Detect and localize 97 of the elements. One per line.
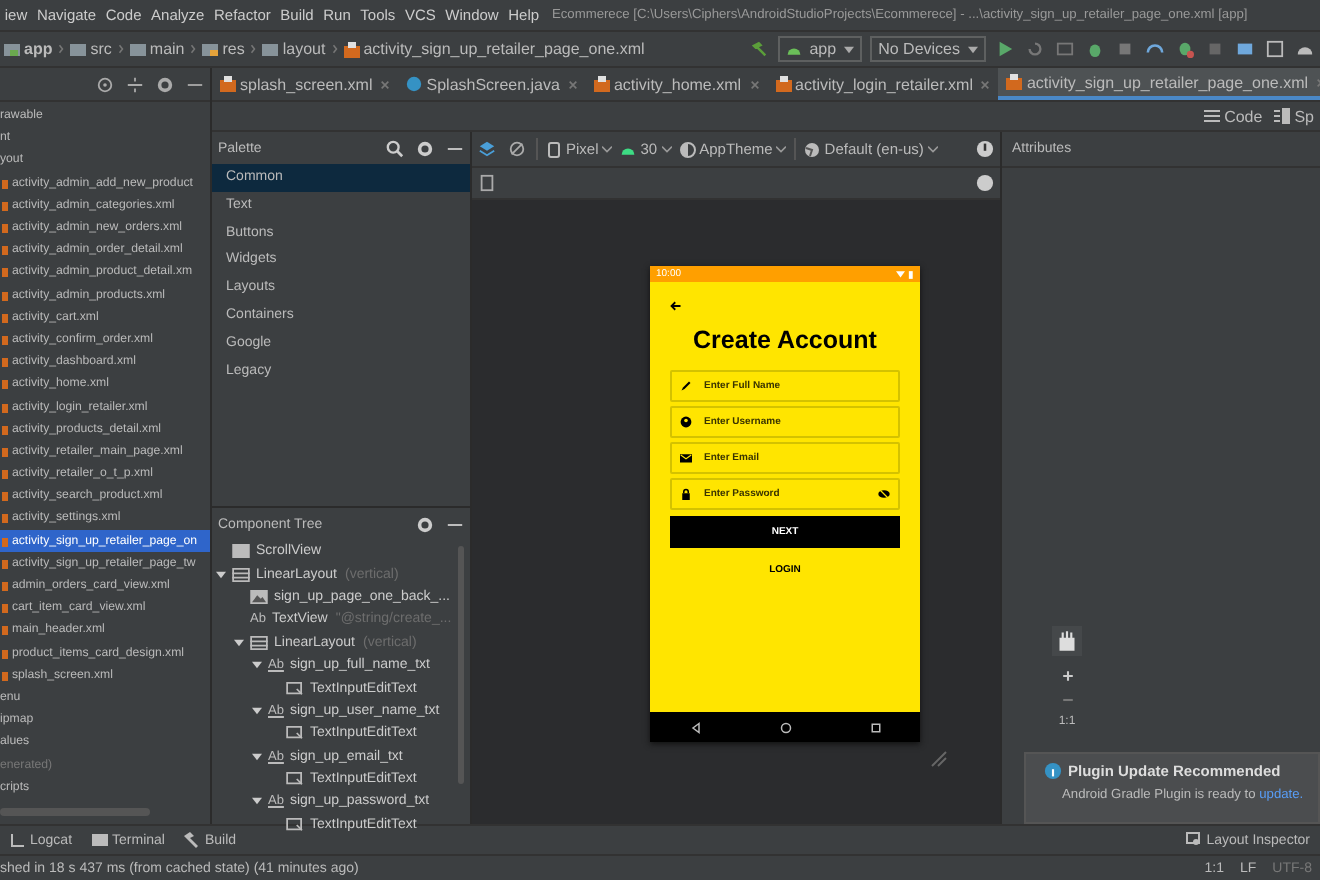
chevron-icon — [190, 44, 197, 54]
back-icon[interactable] — [689, 721, 701, 733]
hammer-icon — [184, 832, 201, 848]
folder-icon — [202, 41, 219, 57]
folder-icon[interactable] — [1236, 40, 1254, 58]
list-icon[interactable] — [1056, 40, 1074, 58]
account-icon — [680, 416, 692, 428]
folder-icon — [129, 41, 146, 57]
settings-icon[interactable] — [156, 75, 174, 93]
close-icon[interactable] — [567, 79, 578, 89]
visibility-off-icon[interactable] — [878, 488, 890, 500]
caret-icon — [844, 45, 855, 53]
play-icon[interactable] — [996, 40, 1014, 58]
caret-icon — [661, 145, 672, 153]
expand-arrow-icon[interactable] — [252, 796, 262, 807]
caret-icon — [602, 145, 613, 153]
scroll-view-icon — [232, 544, 250, 559]
class-icon — [406, 76, 423, 92]
phone-icon — [546, 141, 562, 157]
edit-text-icon — [286, 772, 304, 787]
search-icon[interactable] — [386, 139, 404, 157]
pan-icon[interactable] — [1052, 626, 1082, 656]
pen-icon — [680, 380, 692, 392]
breadcrumb[interactable]: app — [2, 40, 55, 58]
split-icon — [1274, 108, 1291, 124]
expand-arrow-icon[interactable] — [252, 660, 262, 671]
lock-icon — [680, 488, 692, 500]
home-icon[interactable] — [779, 721, 791, 733]
edit-text-icon — [286, 726, 304, 741]
folder-icon — [70, 41, 87, 57]
caret-icon — [776, 145, 787, 153]
chevron-icon — [117, 44, 124, 54]
layout-file-icon — [593, 76, 610, 92]
expand-arrow-icon[interactable] — [234, 637, 244, 648]
bug-icon[interactable] — [1086, 40, 1104, 58]
image-icon — [250, 589, 268, 604]
resize-handle-icon[interactable] — [928, 748, 948, 768]
linear-layout-icon — [250, 635, 268, 650]
orientation-icon[interactable] — [508, 140, 526, 158]
breadcrumb[interactable]: main — [127, 40, 187, 58]
inspector-icon — [1186, 832, 1203, 848]
device-dropdown[interactable]: No Devices — [870, 36, 986, 62]
phone-icon[interactable] — [478, 174, 496, 192]
run-config-dropdown[interactable]: app — [777, 36, 863, 62]
split-view-button[interactable]: Sp — [1268, 107, 1320, 125]
close-icon[interactable] — [749, 79, 760, 89]
expand-arrow-icon[interactable] — [216, 569, 226, 580]
code-view-button[interactable]: Code — [1198, 107, 1269, 125]
wifi-battery-icon — [896, 269, 914, 279]
edit-text-icon — [286, 817, 304, 832]
info-icon — [1044, 762, 1062, 780]
close-icon[interactable] — [380, 79, 391, 89]
editor-tab[interactable]: splash_screen.xml — [212, 68, 399, 100]
caret-icon — [927, 145, 938, 153]
back-arrow-icon[interactable] — [670, 300, 682, 312]
close-icon[interactable] — [980, 79, 991, 89]
bug-icon[interactable] — [1176, 40, 1194, 58]
attach-icon[interactable] — [1116, 40, 1134, 58]
logcat-icon — [10, 832, 26, 848]
gauge-icon[interactable] — [1146, 40, 1164, 58]
breadcrumb[interactable]: layout — [260, 40, 328, 58]
settings-icon[interactable] — [416, 139, 434, 157]
expand-arrow-icon[interactable] — [252, 751, 262, 762]
hammer-icon[interactable] — [749, 40, 768, 58]
warning-icon[interactable] — [976, 140, 994, 158]
lines-icon — [1204, 108, 1221, 124]
editor-tab[interactable]: activity_home.xml — [585, 68, 768, 100]
chevron-icon — [58, 44, 65, 54]
globe-icon — [804, 141, 821, 157]
screen-title: Create Account — [693, 326, 877, 354]
editor-tab[interactable]: SplashScreen.java — [398, 68, 586, 100]
layout-file-icon — [220, 76, 236, 92]
settings-icon[interactable] — [416, 515, 434, 533]
breadcrumb[interactable]: activity_sign_up_retailer_page_one.xml — [341, 40, 647, 58]
editor-tab[interactable]: activity_login_retailer.xml — [767, 68, 999, 100]
folder-icon — [262, 41, 279, 57]
zoom-in-icon[interactable] — [1059, 668, 1075, 684]
breadcrumb[interactable]: src — [68, 40, 114, 58]
collapse-icon[interactable] — [126, 75, 144, 93]
layout-file-icon — [343, 41, 360, 57]
recents-icon[interactable] — [869, 721, 881, 733]
theme-icon — [679, 141, 696, 157]
mail-icon — [680, 452, 692, 464]
layers-icon[interactable] — [478, 140, 496, 158]
breadcrumb[interactable]: res — [200, 40, 247, 58]
caret-icon — [968, 45, 978, 53]
editor-tab[interactable]: activity_sign_up_retailer_page_one.xml — [998, 68, 1320, 100]
expand-arrow-icon[interactable] — [252, 705, 262, 716]
chevron-icon — [250, 44, 257, 54]
target-icon[interactable] — [96, 75, 114, 93]
layout-file-icon — [1006, 74, 1023, 90]
edit-text-icon — [286, 681, 304, 696]
linear-layout-icon — [232, 567, 250, 582]
layout-file-icon — [775, 76, 792, 92]
chevron-icon — [331, 44, 338, 54]
module-icon — [4, 41, 20, 57]
rerun-icon[interactable] — [1026, 40, 1044, 58]
